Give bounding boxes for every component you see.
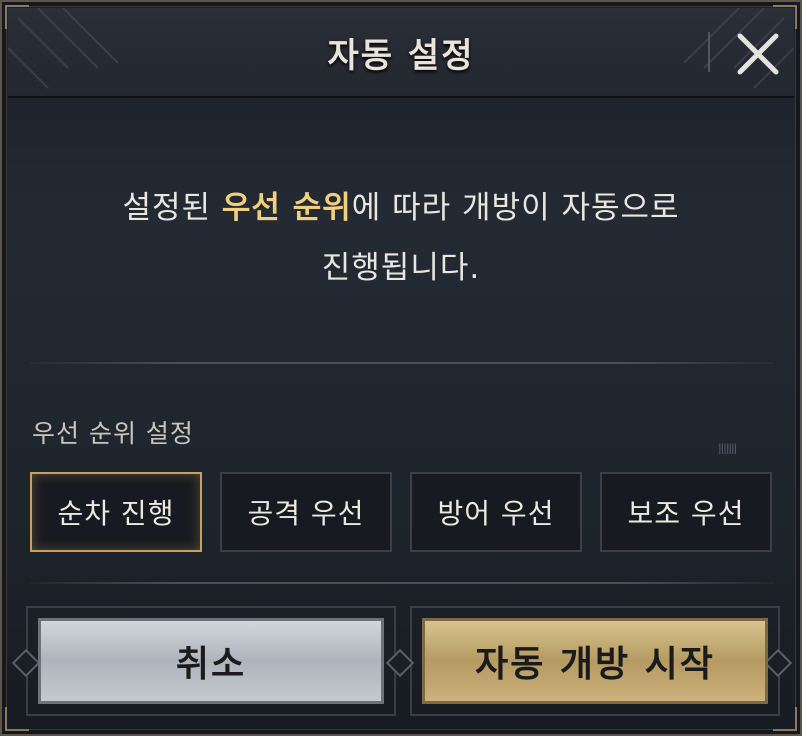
start-auto-open-button[interactable]: 자동 개방 시작 [422, 618, 768, 704]
close-icon [737, 33, 779, 75]
priority-option-support[interactable]: 보조 우선 [600, 472, 772, 552]
cancel-button[interactable]: 취소 [38, 618, 384, 704]
close-button[interactable] [730, 26, 786, 82]
description-line-2: 진행됩니다. [321, 250, 481, 286]
description-text-part: 에 따라 개방이 자동으로 [351, 190, 680, 226]
decorative-glyphs: ꞁꞁꞁꞁꞁꞁꞁ [718, 440, 737, 455]
section-divider [30, 582, 774, 584]
description-text: 설정된 우선 순위에 따라 개방이 자동으로 진행됩니다. [42, 178, 760, 298]
description-line-1: 설정된 우선 순위에 따라 개방이 자동으로 [42, 178, 760, 238]
priority-option-attack[interactable]: 공격 우선 [220, 472, 392, 552]
priority-section-label: 우선 순위 설정 [32, 419, 194, 448]
description-text-part: 설정된 [122, 190, 222, 226]
auto-settings-dialog: 자동 설정 설정된 우선 순위에 따라 개방이 자동으로 진행됩니다. 우선 순… [0, 0, 802, 736]
section-divider [30, 362, 774, 364]
priority-highlight: 우선 순위 [221, 190, 352, 226]
dialog-title: 자동 설정 [327, 36, 475, 76]
priority-option-sequential[interactable]: 순차 진행 [30, 472, 202, 552]
priority-option-defense[interactable]: 방어 우선 [410, 472, 582, 552]
header-divider [708, 32, 710, 72]
dialog-header: 자동 설정 [8, 8, 794, 98]
